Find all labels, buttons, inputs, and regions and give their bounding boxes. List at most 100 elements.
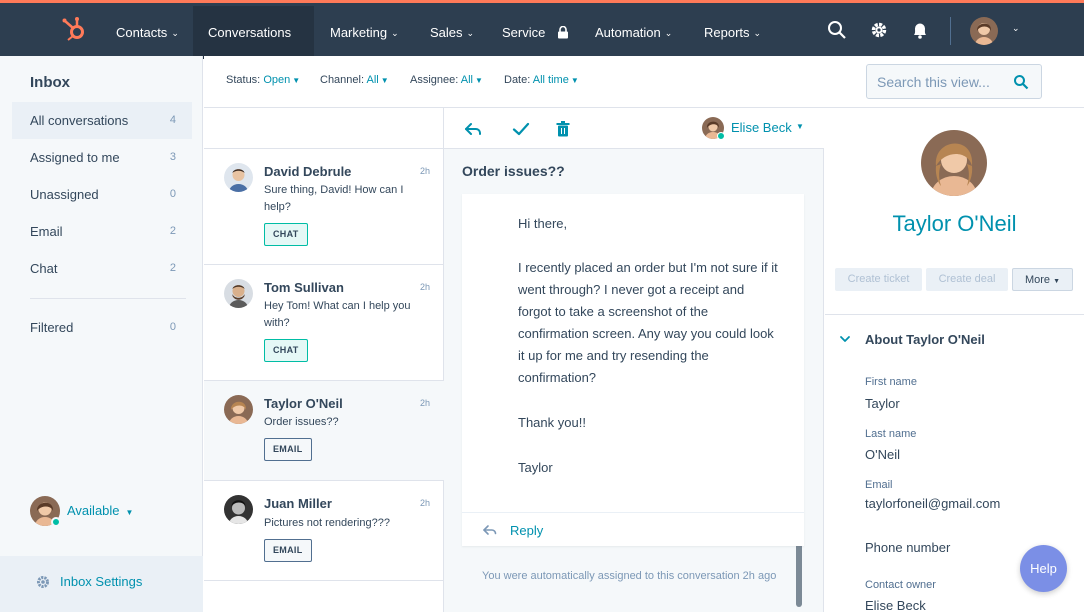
reply-bar[interactable]: Reply — [462, 512, 804, 546]
channel-badge: CHAT — [264, 223, 308, 246]
trash-icon[interactable] — [552, 118, 574, 140]
sidebar-item-count: 2 — [169, 262, 176, 274]
conversation-preview: Pictures not rendering??? — [264, 517, 390, 529]
nav-marketing[interactable]: Marketing ⌄ — [314, 6, 415, 59]
reply-arrow-icon — [483, 525, 497, 535]
sidebar-item-label: Email — [30, 224, 63, 239]
conversation-time: 2h — [420, 398, 431, 408]
conversation-item-tom-sullivan[interactable]: Tom Sullivan 2h Hey Tom! What can I help… — [204, 265, 444, 381]
sidebar-item-all-conversations[interactable]: All conversations 4 — [12, 102, 192, 139]
nav-sales[interactable]: Sales ⌄ — [414, 6, 490, 59]
avatar — [224, 163, 253, 192]
nav-separator — [950, 17, 951, 45]
availability-dropdown[interactable]: Available ▼ — [67, 503, 133, 518]
nav-contacts[interactable]: Contacts ⌄ — [100, 6, 195, 59]
conversation-item-david-debrule[interactable]: David Debrule 2h Sure thing, David! How … — [204, 149, 444, 265]
date-filter-label: Date: — [504, 74, 531, 86]
sidebar-item-assigned-to-me[interactable]: Assigned to me 3 — [12, 139, 192, 176]
caret-down-icon: ▼ — [125, 508, 134, 517]
search-icon[interactable] — [826, 19, 848, 41]
conversation-name: Tom Sullivan — [264, 280, 344, 295]
chevron-down-icon[interactable]: ⌄ — [1012, 23, 1020, 34]
contact-panel: Taylor O'Neil Create ticket Create deal … — [825, 108, 1084, 612]
inbox-settings-link[interactable]: Inbox Settings — [60, 574, 142, 589]
nav-sales-label: Sales — [430, 25, 463, 40]
search-input[interactable] — [877, 72, 1007, 92]
sidebar-item-chat[interactable]: Chat 2 — [12, 250, 192, 287]
nav-automation-label: Automation — [595, 25, 661, 40]
search-icon[interactable] — [1013, 74, 1029, 90]
hubspot-logo-icon[interactable] — [60, 15, 88, 43]
sidebar-item-label: Chat — [30, 261, 58, 276]
user-avatar[interactable] — [970, 17, 998, 45]
lock-icon — [557, 26, 568, 39]
conversation-item-taylor-oneil[interactable]: Taylor O'Neil 2h Order issues?? EMAIL — [204, 381, 444, 481]
nav-conversations[interactable]: Conversations⌄ — [193, 6, 314, 91]
property-label: Email — [865, 479, 893, 491]
status-filter[interactable]: Status: Open ▼ — [226, 74, 300, 86]
chevron-down-icon: ⌄ — [171, 28, 179, 38]
more-button[interactable]: More ▼ — [1012, 268, 1073, 291]
sidebar-item-label: Filtered — [30, 320, 74, 335]
chevron-down-icon: ⌄ — [391, 28, 399, 38]
nav-reports[interactable]: Reports ⌄ — [688, 6, 777, 59]
bell-icon[interactable] — [909, 19, 931, 41]
chevron-down-icon: ⌄ — [466, 28, 475, 38]
availability-label: Available — [67, 503, 120, 518]
inbox-settings-footer[interactable]: Inbox Settings — [0, 556, 203, 612]
create-ticket-button[interactable]: Create ticket — [835, 268, 922, 291]
reply-arrow-icon[interactable] — [462, 118, 484, 140]
search-view-box — [866, 64, 1042, 99]
message-line: it up for me and try resending the — [518, 348, 709, 363]
sidebar-item-unassigned[interactable]: Unassigned 0 — [12, 176, 192, 213]
avatar — [224, 395, 253, 424]
email-message: Hi there, I recently placed an order but… — [462, 194, 804, 546]
caret-down-icon: ▼ — [475, 76, 483, 85]
chevron-down-icon[interactable] — [839, 334, 851, 344]
assignee-filter-value: All — [460, 74, 473, 86]
conversation-name: Taylor O'Neil — [264, 396, 343, 411]
caret-down-icon: ▼ — [570, 76, 579, 85]
assigned-agent-dropdown[interactable]: Elise Beck — [731, 120, 792, 135]
nav-marketing-label: Marketing — [330, 25, 388, 40]
message-line: I recently placed an order but I'm not s… — [518, 260, 778, 275]
property-value-contact-owner[interactable]: Elise Beck — [865, 598, 926, 612]
nav-reports-label: Reports — [704, 25, 750, 40]
contact-name: Taylor O'Neil — [892, 211, 1017, 236]
assignee-filter[interactable]: Assignee: All ▼ — [410, 74, 483, 86]
channel-filter-label: Channel: — [320, 74, 365, 86]
message-line: forgot to take a screenshot of the — [518, 304, 709, 319]
channel-badge: CHAT — [264, 339, 308, 362]
property-label-phone-number[interactable]: Phone number — [865, 540, 950, 555]
about-section-title[interactable]: About Taylor O'Neil — [865, 332, 985, 347]
channel-badge: EMAIL — [264, 438, 312, 461]
message-line: Hi there, — [518, 216, 568, 231]
conversation-thread: Elise Beck ▼ Order issues?? Hi there, I … — [444, 108, 824, 612]
reply-button[interactable]: Reply — [510, 523, 543, 538]
nav-service[interactable]: Service — [486, 6, 585, 59]
property-label: First name — [865, 376, 917, 388]
nav-automation[interactable]: Automation ⌄ — [579, 6, 688, 59]
conversation-preview: Hey Tom! What can I help you with? — [264, 300, 411, 329]
gear-icon[interactable] — [868, 19, 890, 41]
message-line: went through? I never got a receipt and — [518, 282, 745, 297]
date-filter[interactable]: Date: All time ▼ — [504, 74, 579, 86]
caret-down-icon[interactable]: ▼ — [796, 122, 804, 131]
channel-filter[interactable]: Channel: All ▼ — [320, 74, 389, 86]
contact-avatar — [921, 130, 987, 196]
property-label: Last name — [865, 428, 917, 440]
help-button[interactable]: Help — [1020, 545, 1067, 592]
checkmark-icon[interactable] — [510, 118, 532, 140]
create-deal-button[interactable]: Create deal — [926, 268, 1008, 291]
conversation-time: 2h — [420, 282, 431, 292]
property-value-first-name[interactable]: Taylor — [865, 396, 900, 411]
property-value-email[interactable]: taylorfoneil@gmail.com — [865, 496, 1000, 511]
conversation-preview: Order issues?? — [264, 416, 339, 428]
sidebar-item-email[interactable]: Email 2 — [12, 213, 192, 250]
sidebar-item-filtered[interactable]: Filtered 0 — [12, 309, 192, 346]
property-value-last-name[interactable]: O'Neil — [865, 447, 900, 462]
conversation-item-juan-miller[interactable]: Juan Miller 2h Pictures not rendering???… — [204, 481, 444, 581]
more-button-label: More — [1024, 274, 1051, 286]
assignee-filter-label: Assignee: — [410, 74, 459, 86]
conversation-list: David Debrule 2h Sure thing, David! How … — [204, 108, 444, 612]
